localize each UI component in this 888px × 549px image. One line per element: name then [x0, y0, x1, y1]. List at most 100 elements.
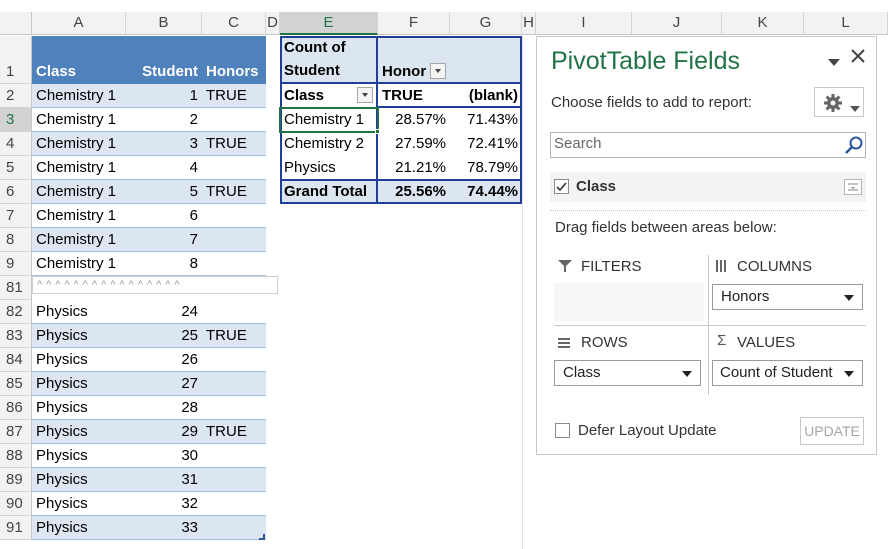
- cell-class[interactable]: Physics: [32, 396, 126, 420]
- column-header-a[interactable]: A: [32, 12, 126, 35]
- pivot-value-header-2[interactable]: Student: [280, 59, 344, 83]
- column-header-h[interactable]: H: [522, 12, 536, 35]
- pivot-cell-true[interactable]: 21.21%: [378, 156, 450, 180]
- cell-honors[interactable]: [202, 492, 266, 516]
- row-header[interactable]: 4: [0, 132, 32, 156]
- field-list-item-class[interactable]: Class: [550, 172, 866, 202]
- cell-class[interactable]: Chemistry 1: [32, 204, 126, 228]
- row-header[interactable]: 2: [0, 84, 32, 108]
- row-header[interactable]: 90: [0, 492, 32, 516]
- cell-honors[interactable]: [202, 396, 266, 420]
- pivot-cell-blank[interactable]: 72.41%: [450, 132, 522, 156]
- cell-honors[interactable]: TRUE: [202, 180, 266, 204]
- filters-drop-area[interactable]: [554, 283, 704, 321]
- row-header[interactable]: 91: [0, 516, 32, 540]
- column-filter-dropdown-icon[interactable]: [430, 63, 446, 79]
- row-header[interactable]: 84: [0, 348, 32, 372]
- cell-class[interactable]: Physics: [32, 492, 126, 516]
- row-header[interactable]: 3: [0, 108, 32, 132]
- cell-student[interactable]: 4: [126, 156, 202, 180]
- cell-class[interactable]: Chemistry 1: [32, 252, 126, 276]
- cell-honors[interactable]: [202, 468, 266, 492]
- field-filter-icon[interactable]: [844, 179, 862, 195]
- row-header[interactable]: 5: [0, 156, 32, 180]
- pivot-cell-blank[interactable]: 71.43%: [450, 108, 522, 132]
- row-header[interactable]: 88: [0, 444, 32, 468]
- cell-student[interactable]: 24: [126, 300, 202, 324]
- column-header-c[interactable]: C: [202, 12, 266, 35]
- pivot-value-header-1[interactable]: Count of: [280, 36, 350, 60]
- cell-honors[interactable]: TRUE: [202, 132, 266, 156]
- cell-class[interactable]: Physics: [32, 468, 126, 492]
- cell-class[interactable]: Physics: [32, 444, 126, 468]
- column-header-b[interactable]: B: [126, 12, 202, 35]
- cell-honors[interactable]: TRUE: [202, 84, 266, 108]
- row-header[interactable]: 8: [0, 228, 32, 252]
- cell-student[interactable]: 33: [126, 516, 202, 540]
- column-header-e[interactable]: E: [280, 12, 378, 35]
- fill-handle[interactable]: [375, 129, 380, 134]
- pivot-cell-blank[interactable]: 78.79%: [450, 156, 522, 180]
- cell-class[interactable]: Chemistry 1: [32, 132, 126, 156]
- tools-button[interactable]: [814, 87, 864, 117]
- cell-honors[interactable]: [202, 228, 266, 252]
- cell-class[interactable]: Physics: [32, 372, 126, 396]
- column-header-l[interactable]: L: [804, 12, 888, 35]
- row-header[interactable]: 9: [0, 252, 32, 276]
- cell-student[interactable]: 8: [126, 252, 202, 276]
- columns-field-dropdown[interactable]: Honors: [712, 284, 863, 310]
- cell-student[interactable]: 31: [126, 468, 202, 492]
- pivot-cell-true[interactable]: 27.59%: [378, 132, 450, 156]
- cell-class[interactable]: Chemistry 1: [32, 108, 126, 132]
- cell-student[interactable]: 32: [126, 492, 202, 516]
- cell-class[interactable]: Chemistry 1: [32, 156, 126, 180]
- pivot-total-blank[interactable]: 74.44%: [450, 180, 522, 204]
- pivot-col-true[interactable]: TRUE: [378, 84, 427, 108]
- defer-checkbox[interactable]: [555, 423, 570, 438]
- cell-class[interactable]: Physics: [32, 300, 126, 324]
- row-header[interactable]: 82: [0, 300, 32, 324]
- pivot-cell-label[interactable]: Chemistry 2: [280, 132, 378, 156]
- row-header[interactable]: 87: [0, 420, 32, 444]
- row-filter-dropdown-icon[interactable]: [357, 87, 373, 103]
- select-all-corner[interactable]: [0, 12, 32, 35]
- column-header-d[interactable]: D: [266, 12, 280, 35]
- cell-student[interactable]: 7: [126, 228, 202, 252]
- cell-student[interactable]: 29: [126, 420, 202, 444]
- row-header[interactable]: 81: [0, 276, 32, 300]
- cell-honors[interactable]: TRUE: [202, 420, 266, 444]
- header-class[interactable]: Class: [32, 60, 126, 84]
- header-honors[interactable]: Honors: [202, 60, 266, 84]
- active-cell-border[interactable]: [279, 107, 379, 133]
- pivot-total-label[interactable]: Grand Total: [280, 180, 371, 204]
- column-header-f[interactable]: F: [378, 12, 450, 35]
- pivot-col-field[interactable]: Honor: [378, 60, 430, 84]
- table-resize-handle[interactable]: [259, 534, 265, 540]
- cell-honors[interactable]: [202, 516, 266, 540]
- cell-honors[interactable]: [202, 108, 266, 132]
- cell-class[interactable]: Physics: [32, 324, 126, 348]
- row-header[interactable]: 6: [0, 180, 32, 204]
- pivot-total-true[interactable]: 25.56%: [378, 180, 450, 204]
- column-header-k[interactable]: K: [722, 12, 804, 35]
- cell-honors[interactable]: [202, 372, 266, 396]
- cell-honors[interactable]: [202, 444, 266, 468]
- cell-student[interactable]: 2: [126, 108, 202, 132]
- cell-class[interactable]: Physics: [32, 420, 126, 444]
- cell-student[interactable]: 5: [126, 180, 202, 204]
- row-header[interactable]: 7: [0, 204, 32, 228]
- cell-honors[interactable]: [202, 204, 266, 228]
- cell-student[interactable]: 27: [126, 372, 202, 396]
- column-header-g[interactable]: G: [450, 12, 522, 35]
- cell-class[interactable]: Chemistry 1: [32, 180, 126, 204]
- values-field-dropdown[interactable]: Count of Student: [712, 360, 863, 386]
- search-field[interactable]: Search: [550, 132, 866, 158]
- pivot-row-field[interactable]: Class: [280, 84, 328, 108]
- row-header[interactable]: 83: [0, 324, 32, 348]
- header-student[interactable]: Student: [126, 60, 202, 84]
- cell-class[interactable]: Physics: [32, 348, 126, 372]
- pivot-cell-true[interactable]: 28.57%: [378, 108, 450, 132]
- cell-honors[interactable]: [202, 252, 266, 276]
- cell-student[interactable]: 25: [126, 324, 202, 348]
- cell-honors[interactable]: [202, 300, 266, 324]
